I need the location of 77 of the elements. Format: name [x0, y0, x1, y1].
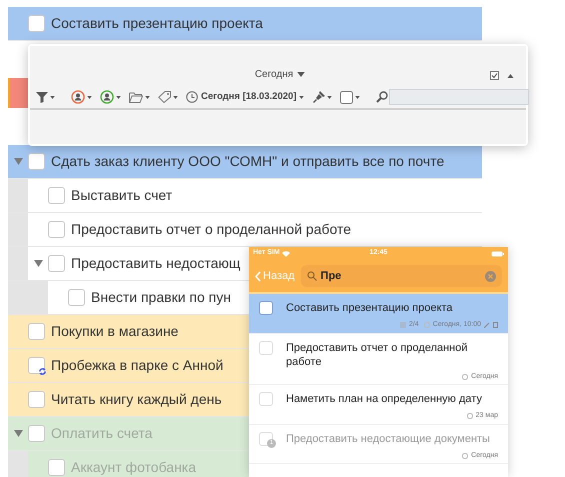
collapse-icon: [507, 74, 514, 78]
clock-icon: [424, 322, 430, 328]
user-icon[interactable]: [71, 90, 85, 104]
clock-icon: [462, 374, 468, 380]
task-title: Покупки в магазине: [51, 322, 178, 341]
battery-icon: [491, 250, 504, 256]
search-field[interactable]: [389, 89, 530, 105]
task-checkbox[interactable]: [68, 289, 85, 306]
caret-icon: [145, 96, 150, 98]
search-icon: [306, 271, 317, 281]
task-title: Оплатить счета: [51, 424, 152, 443]
view-dropdown[interactable]: Сегодня: [254, 67, 306, 82]
task-row[interactable]: Предоставить недостающ: [28, 247, 249, 280]
clock-icon: [466, 413, 473, 420]
task-checkbox[interactable]: [28, 391, 45, 408]
task-checkbox[interactable]: [48, 459, 65, 476]
tag-icon[interactable]: [158, 91, 171, 103]
caret-icon: [299, 96, 304, 98]
task-title: Сдать заказ клиенту ООО "СОМН" и отправить все по почте: [51, 152, 444, 171]
clear-icon[interactable]: [485, 270, 496, 282]
caret-icon: [50, 96, 55, 98]
caret-icon: [173, 96, 178, 98]
search-value: Пре: [320, 268, 342, 284]
checkbox-icon[interactable]: [340, 90, 354, 104]
caret-icon: [116, 96, 121, 98]
phone-task-title: Составить презентацию проекта: [286, 301, 453, 315]
caret-icon: [297, 72, 306, 77]
task-checkbox[interactable]: [48, 187, 65, 204]
user-icon[interactable]: [100, 90, 114, 104]
task-checkbox[interactable]: [259, 392, 276, 408]
task-row[interactable]: Составить презентацию проекта: [8, 7, 482, 40]
task-title: Внести правки по пун: [91, 288, 231, 307]
phone-task-title: Предоставить отчет о проделанной работе: [286, 340, 469, 368]
task-row[interactable]: Читать книгу каждый день: [8, 383, 249, 416]
task-row[interactable]: Предоставить отчет о проделанной работе: [28, 213, 482, 246]
task-row[interactable]: Пробежка в парке с Анной: [8, 349, 249, 382]
collapse-triangle-icon[interactable]: [34, 260, 42, 267]
filter-icon[interactable]: [36, 91, 48, 103]
task-row[interactable]: Покупки в магазине: [8, 315, 249, 348]
caret-icon: [87, 96, 92, 98]
task-checkbox[interactable]: [28, 323, 45, 340]
task-row[interactable]: Выставить счет: [28, 179, 482, 212]
task-row[interactable]: Сдать заказ клиенту ООО "СОМН" и отправить все по почте: [8, 145, 482, 178]
phone-task-title: Наметить план на определенную дату: [286, 392, 482, 406]
task-title: Составить презентацию проекта: [51, 14, 263, 33]
caret-icon: [355, 96, 360, 98]
task-title: Пробежка в парке с Анной: [51, 356, 224, 375]
wifi-icon: [282, 250, 290, 256]
clock-icon: [462, 452, 468, 459]
search-icon: [376, 91, 388, 103]
task-checkbox[interactable]: [259, 301, 276, 317]
date-filter-dropdown[interactable]: Сегодня [18.03.2020]: [186, 90, 304, 104]
task-row[interactable]: Внести правки по пун: [48, 281, 249, 314]
brush-icon[interactable]: [312, 91, 326, 103]
phone-task-title: Предоставить недостающие документы: [286, 432, 490, 446]
clock-icon: [186, 91, 198, 103]
task-checkbox[interactable]: [28, 357, 45, 374]
task-title: Аккаунт фотобанка: [71, 458, 196, 477]
task-checkbox[interactable]: [28, 153, 45, 170]
task-checkbox[interactable]: [259, 340, 276, 356]
task-title: Предоставить отчет о проделанной работе: [71, 220, 352, 239]
back-icon: [255, 270, 261, 282]
collapse-triangle-icon[interactable]: [14, 158, 22, 165]
task-title: Читать книгу каждый день: [51, 390, 222, 409]
task-checkbox[interactable]: [28, 15, 45, 32]
checkbox-icon[interactable]: [490, 71, 499, 80]
search-field[interactable]: Пре: [300, 265, 502, 287]
task-checkbox[interactable]: [48, 255, 65, 272]
row-highlight: [8, 78, 28, 108]
list-icon: [400, 322, 406, 328]
task-title: Предоставить недостающ: [71, 254, 240, 273]
folder-icon[interactable]: [129, 92, 143, 102]
collapse-triangle-icon[interactable]: [14, 430, 22, 437]
task-checkbox[interactable]: [28, 425, 45, 442]
caret-icon: [327, 96, 332, 98]
task-checkbox[interactable]: [48, 221, 65, 238]
task-title: Выставить счет: [71, 186, 172, 205]
